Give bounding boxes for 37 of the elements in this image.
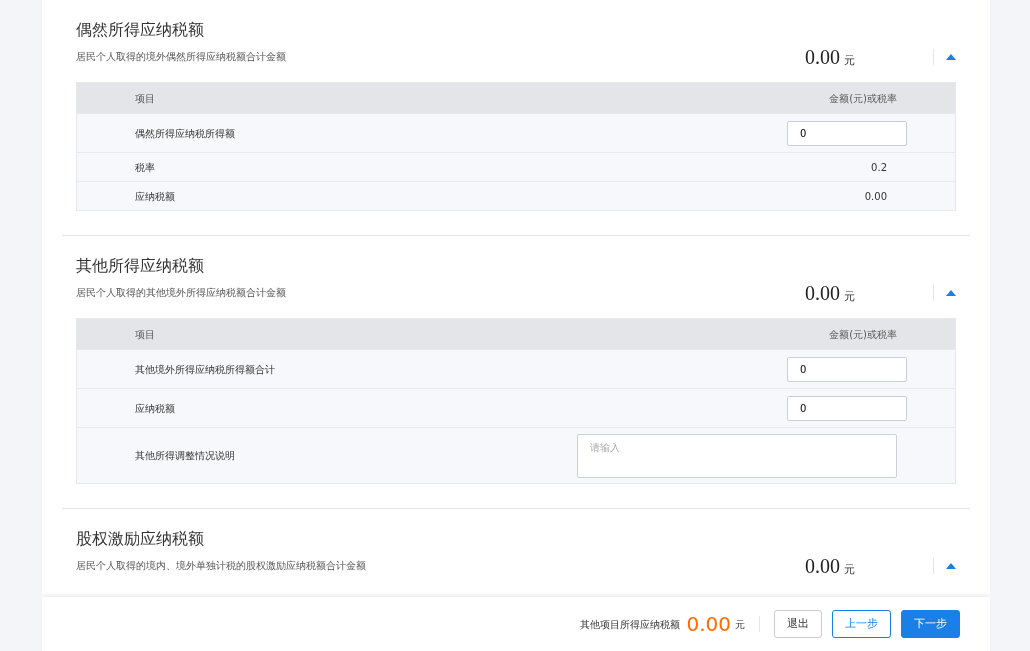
amount-input[interactable]: 0 <box>787 356 907 382</box>
caret-icon[interactable] <box>946 290 956 296</box>
total-amount: 0.00 <box>805 45 840 70</box>
column-header: 金额(元)或税率 <box>829 327 898 342</box>
description-field[interactable]: 请输入 <box>577 433 897 478</box>
column-header: 项目 <box>134 91 155 106</box>
section-subtitle: 居民个人取得的境外偶然所得应纳税额合计金额 <box>76 50 287 64</box>
row-label: 税率 <box>134 160 155 175</box>
section-title: 股权激励应纳税额 <box>76 528 205 550</box>
footer-label: 其他项目所得应纳税额 <box>580 617 681 632</box>
currency-unit: 元 <box>844 289 855 305</box>
column-header: 金额(元)或税率 <box>829 91 898 106</box>
amount-input[interactable]: 0 <box>787 395 907 421</box>
caret-icon[interactable] <box>946 563 956 569</box>
row-value: 0.00 <box>864 189 887 204</box>
total-amount: 0.00 <box>805 554 840 579</box>
caret-icon[interactable] <box>946 54 956 60</box>
row-value: 0.2 <box>871 160 887 175</box>
currency-unit: 元 <box>844 562 855 578</box>
row-label: 偶然所得应纳税所得额 <box>134 126 235 141</box>
footer-button[interactable]: 下一步 <box>901 610 960 638</box>
footer-amount: 0.00 <box>686 611 731 638</box>
total-amount: 0.00 <box>805 281 840 306</box>
amount-input[interactable]: 0 <box>787 120 907 146</box>
section-subtitle: 居民个人取得的其他境外所得应纳税额合计金额 <box>76 286 287 300</box>
section-subtitle: 居民个人取得的境内、境外单独计税的股权激励应纳税额合计金额 <box>76 559 367 573</box>
row-label: 应纳税额 <box>134 401 175 416</box>
row-label: 应纳税额 <box>134 189 175 204</box>
row-label: 其他境外所得应纳税所得额合计 <box>134 362 275 377</box>
currency-unit: 元 <box>735 617 745 632</box>
footer-button[interactable]: 上一步 <box>832 610 891 638</box>
footer-button[interactable]: 退出 <box>774 610 822 638</box>
section-title: 其他所得应纳税额 <box>76 255 205 277</box>
currency-unit: 元 <box>844 53 855 69</box>
section-title: 偶然所得应纳税额 <box>76 19 205 41</box>
column-header: 项目 <box>134 327 155 342</box>
row-label: 其他所得调整情况说明 <box>134 449 235 463</box>
